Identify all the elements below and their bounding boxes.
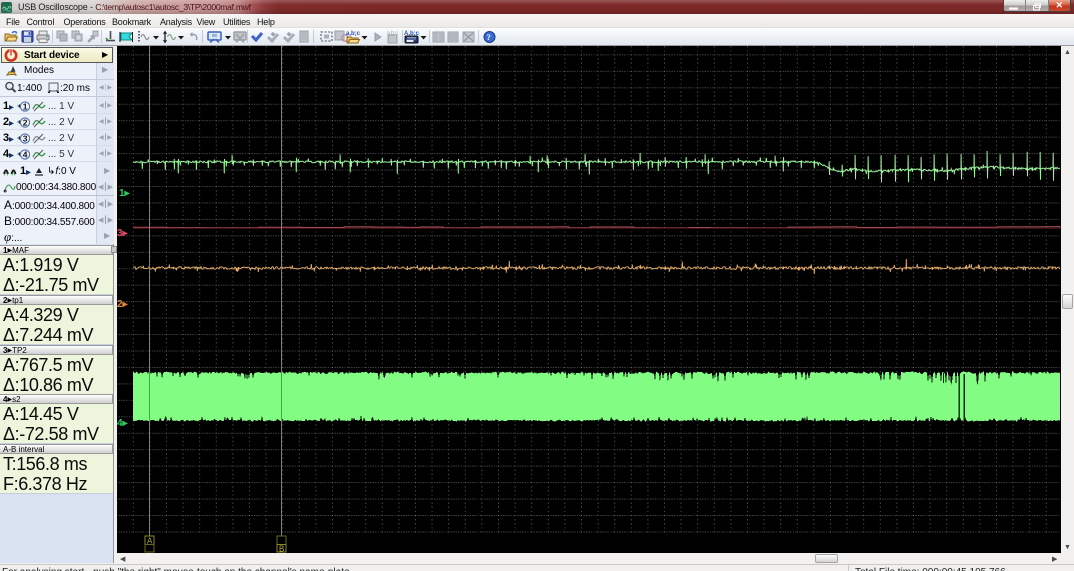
svg-text:4▸: 4▸ xyxy=(117,418,129,429)
svg-text:a,b;c: a,b;c xyxy=(346,31,361,37)
svg-text:2▸: 2▸ xyxy=(117,299,129,310)
svg-text:?: ? xyxy=(487,32,491,42)
svg-text:1: 1 xyxy=(23,102,28,112)
svg-text:B: B xyxy=(279,545,284,554)
svg-text:3▸: 3▸ xyxy=(117,228,129,239)
svg-text:4: 4 xyxy=(23,150,28,160)
svg-text:2: 2 xyxy=(23,118,28,128)
svg-text:1▸: 1▸ xyxy=(119,188,131,199)
svg-text:3: 3 xyxy=(23,134,28,144)
